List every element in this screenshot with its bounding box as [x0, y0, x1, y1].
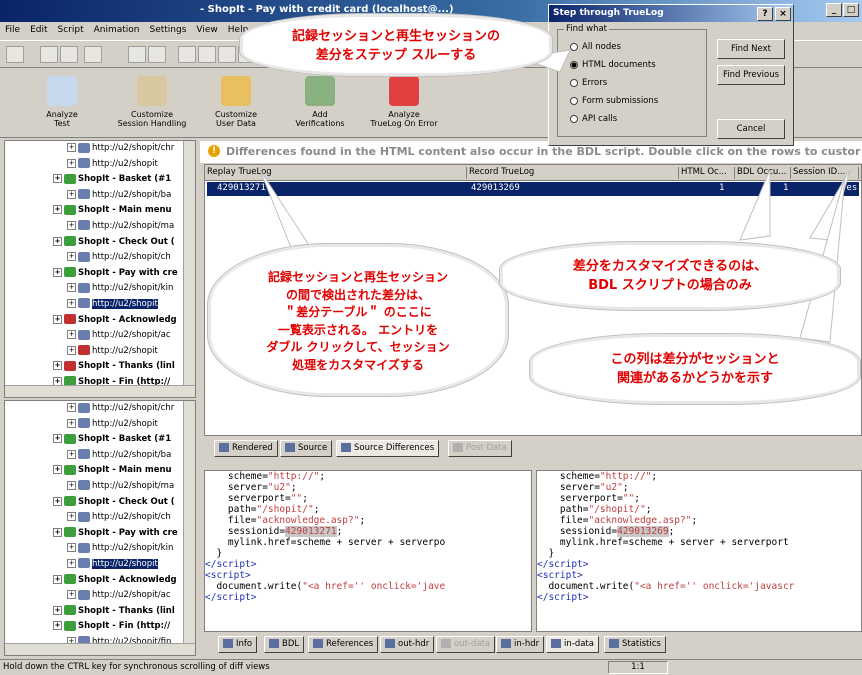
status-bar: Hold down the CTRL key for synchronous s…: [0, 659, 862, 675]
callout-bdl-only: 差分をカスタマイズできるのは、 BDL スクリプトの場合のみ: [500, 242, 840, 310]
callout-diff-table: 記録セッションと再生セッション の間で検出された差分は、 ＂差分テーブル＂ のこ…: [208, 244, 508, 396]
cursor-position: 1:1: [608, 661, 668, 674]
status-message: Hold down the CTRL key for synchronous s…: [3, 662, 270, 672]
callout-step-through: 記録セッションと再生セッションの 差分をステップ スルーする: [240, 14, 552, 76]
callout-session-column: この列は差分がセッションと 関連があるかどうかを示す: [530, 334, 860, 404]
callout-arrow-right-top-1: [739, 169, 771, 241]
